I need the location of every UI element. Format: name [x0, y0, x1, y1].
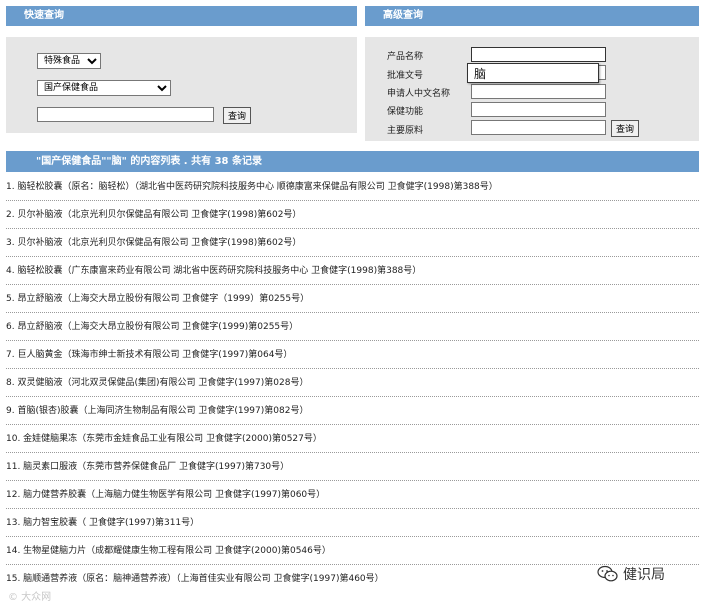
result-item[interactable]: 2. 贝尔补脑液（北京光利贝尔保健品有限公司 卫食健字(1998)第602号） — [6, 201, 699, 229]
result-item[interactable]: 10. 金娃健脑果冻（东莞市金娃食品工业有限公司 卫食健字(2000)第0527… — [6, 425, 699, 453]
result-item[interactable]: 1. 脑轻松胶囊（原名：脑轻松）（湖北省中医药研究院科技服务中心 顺德康富来保健… — [6, 173, 699, 201]
health-function-input[interactable] — [471, 102, 606, 117]
result-item[interactable]: 7. 巨人脑黄金（珠海市绅士新技术有限公司 卫食健字(1997)第064号） — [6, 341, 699, 369]
results-header-text: "国产保健食品""脑" 的内容列表 . 共有 38 条记录 — [36, 156, 262, 167]
watermark-right: 健识局 — [597, 564, 665, 584]
main-ingredients-input[interactable] — [471, 120, 606, 135]
result-item[interactable]: 12. 脑力健营养胶囊（上海脑力健生物医学有限公司 卫食健字(1997)第060… — [6, 481, 699, 509]
label-main-ingredients: 主要原料 — [387, 126, 424, 136]
category-select[interactable]: 特殊食品 — [37, 53, 101, 69]
quick-search-header: 快速查询 — [6, 6, 357, 26]
result-item[interactable]: 6. 昂立舒脑液（上海交大昂立股份有限公司 卫食健字(1999)第0255号） — [6, 313, 699, 341]
advanced-search-title: 高级查询 — [383, 10, 423, 21]
results-header: "国产保健食品""脑" 的内容列表 . 共有 38 条记录 — [6, 151, 699, 172]
wechat-icon — [597, 565, 619, 583]
result-item[interactable]: 13. 脑力智宝胶囊（ 卫食健字(1997)第311号） — [6, 509, 699, 537]
result-item[interactable]: 15. 脑顺通营养液（原名：脑神通营养液）（上海首佳实业有限公司 卫食健字(19… — [6, 565, 699, 593]
result-item[interactable]: 14. 生物星健脑力片（成都耀健康生物工程有限公司 卫食健字(2000)第054… — [6, 537, 699, 565]
watermark-left: © 大众网 — [8, 592, 52, 603]
result-item[interactable]: 9. 首脑(银杏)胶囊（上海同济生物制品有限公司 卫食健字(1997)第082号… — [6, 397, 699, 425]
label-product-name: 产品名称 — [387, 52, 424, 62]
quick-search-button[interactable]: 查询 — [223, 107, 252, 124]
applicant-name-input[interactable] — [471, 84, 606, 99]
result-item[interactable]: 8. 双灵健脑液（河北双灵保健品(集团)有限公司 卫食健字(1997)第028号… — [6, 369, 699, 397]
watermark-right-text: 健识局 — [623, 567, 665, 583]
label-approval-number: 批准文号 — [387, 71, 424, 81]
label-applicant-name: 申请人中文名称 — [387, 89, 451, 99]
result-item[interactable]: 3. 贝尔补脑液（北京光利贝尔保健品有限公司 卫食健字(1998)第602号） — [6, 229, 699, 257]
result-item[interactable]: 5. 昂立舒脑液（上海交大昂立股份有限公司 卫食健字（1999）第0255号） — [6, 285, 699, 313]
result-item[interactable]: 4. 脑轻松胶囊（广东康富来药业有限公司 湖北省中医药研究院科技服务中心 卫食健… — [6, 257, 699, 285]
advanced-search-button[interactable]: 查询 — [611, 120, 640, 137]
keyword-input[interactable] — [37, 107, 214, 122]
subcategory-select[interactable]: 国产保健食品 — [37, 80, 171, 96]
advanced-search-header: 高级查询 — [365, 6, 699, 26]
results-list: 1. 脑轻松胶囊（原名：脑轻松）（湖北省中医药研究院科技服务中心 顺德康富来保健… — [6, 173, 699, 593]
autocomplete-suggestion[interactable]: 脑 — [467, 63, 599, 83]
label-health-function: 保健功能 — [387, 107, 424, 117]
result-item[interactable]: 11. 脑灵素口服液（东莞市营养保健食品厂 卫食健字(1997)第730号） — [6, 453, 699, 481]
product-name-input[interactable] — [471, 47, 606, 62]
quick-search-title: 快速查询 — [24, 10, 64, 21]
